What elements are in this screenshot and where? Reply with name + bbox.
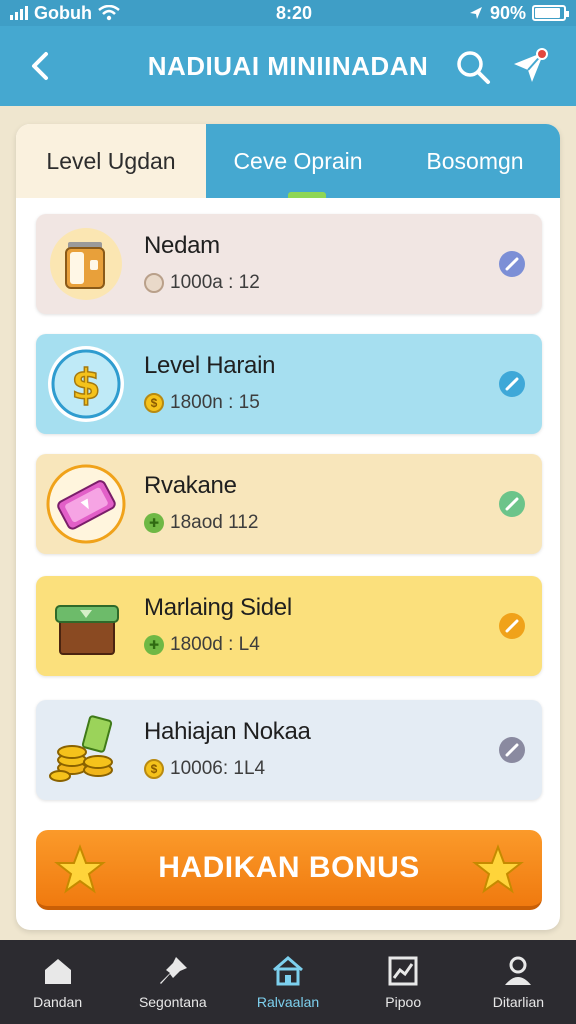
bonus-label: HADIKAN BONUS [158, 851, 420, 884]
clover-icon: ✚ [144, 635, 164, 655]
item-name: Marlaing Sidel [144, 594, 292, 621]
app-header: NADIUAI MINIINADAN [0, 26, 576, 106]
item-meta-value: 10006: 1L4 [170, 758, 266, 779]
edit-button[interactable] [498, 490, 526, 518]
pencil-icon [499, 613, 525, 639]
pencil-icon [499, 371, 525, 397]
location-icon [469, 7, 482, 19]
gold-coin-icon: $ [144, 393, 164, 413]
item-meta: $ 1800n : 15 [144, 392, 260, 414]
nav-item-dandan[interactable]: Dandan [0, 940, 115, 1024]
nav-label: Ralvaalan [256, 994, 320, 1010]
nav-label: Segontana [138, 994, 207, 1010]
item-meta-value: 18aod 112 [170, 512, 259, 533]
tab-level-ugdan[interactable]: Level Ugdan [16, 124, 206, 198]
search-icon [457, 51, 490, 84]
item-meta-value: 1800d : L4 [170, 634, 260, 655]
tab-indicator [288, 192, 326, 198]
item-meta: ✚ 18aod 112 [144, 512, 258, 534]
list-item[interactable]: $ Level Harain $ 1800n : 15 [36, 334, 542, 434]
chart-icon [388, 956, 418, 986]
list-item[interactable]: Nedam 1000a : 12 [36, 214, 542, 314]
edit-button[interactable] [498, 612, 526, 640]
tab-label: Level Ugdan [46, 147, 176, 174]
send-button[interactable] [510, 46, 550, 86]
item-name: Hahiajan Nokaa [144, 718, 311, 745]
item-name: Rvakane [144, 472, 237, 499]
main-card: Level Ugdan Ceve Oprain Bosomgn Nedam 10… [16, 124, 560, 930]
nav-item-ditarlian[interactable]: Ditarlian [461, 940, 576, 1024]
coins-icon [46, 710, 126, 790]
list-item[interactable]: Rvakane ✚ 18aod 112 [36, 454, 542, 554]
item-name: Level Harain [144, 352, 276, 379]
nav-item-ralvaalan[interactable]: Ralvaalan [230, 940, 345, 1024]
carrier-label: Gobuh [34, 2, 92, 23]
nav-label: Pipoo [385, 994, 422, 1010]
nav-label: Ditarlian [492, 994, 545, 1010]
wifi-icon [98, 5, 120, 21]
page-title: NADIUAI MINIINADAN [147, 50, 429, 81]
pin-icon [159, 957, 187, 984]
item-meta: ✚ 1800d : L4 [144, 634, 260, 656]
bonus-button[interactable]: HADIKAN BONUS [36, 830, 542, 910]
clock-icon [144, 273, 164, 293]
home-icon [44, 959, 71, 984]
item-meta: $ 10006: 1L4 [144, 758, 265, 780]
tab-label: Bosomgn [426, 147, 524, 174]
user-icon [505, 956, 532, 985]
edit-button[interactable] [498, 736, 526, 764]
item-meta-value: 1800n : 15 [170, 392, 260, 413]
bottom-nav: Dandan Segontana Ralvaalan Pipoo Ditarli… [0, 940, 576, 1024]
notification-dot [536, 48, 548, 60]
status-time: 8:20 [275, 2, 312, 23]
tab-bar: Level Ugdan Ceve Oprain Bosomgn [16, 124, 560, 198]
jar-icon [46, 224, 126, 304]
svg-text:$: $ [71, 360, 100, 409]
house-icon [273, 956, 303, 986]
tab-ceve-oprain[interactable]: Ceve Oprain [206, 124, 390, 198]
edit-button[interactable] [498, 250, 526, 278]
star-icon [472, 844, 524, 894]
edit-button[interactable] [498, 370, 526, 398]
tab-bosomgn[interactable]: Bosomgn [390, 124, 560, 198]
nav-label: Dandan [33, 994, 83, 1010]
signal-icon [10, 6, 28, 20]
star-icon [54, 844, 106, 894]
nav-item-segontana[interactable]: Segontana [115, 940, 230, 1024]
battery-icon [531, 5, 569, 21]
pencil-icon [499, 251, 525, 277]
list-item[interactable]: Hahiajan Nokaa $ 10006: 1L4 [36, 700, 542, 800]
pencil-icon [499, 491, 525, 517]
tab-label: Ceve Oprain [233, 147, 363, 174]
back-button[interactable] [22, 48, 58, 84]
battery-percent: 90% [489, 2, 526, 23]
pencil-icon [499, 737, 525, 763]
chest-icon [46, 586, 126, 666]
status-bar: Gobuh 8:20 90% [0, 0, 576, 26]
item-meta: 1000a : 12 [144, 272, 260, 294]
clover-icon: ✚ [144, 513, 164, 533]
item-meta-value: 1000a : 12 [170, 272, 260, 293]
gold-coin-icon: $ [144, 759, 164, 779]
item-name: Nedam [144, 232, 220, 259]
dollar-icon: $ [46, 344, 126, 424]
chevron-left-icon [32, 52, 48, 80]
nav-item-pipoo[interactable]: Pipoo [346, 940, 461, 1024]
list-item[interactable]: Marlaing Sidel ✚ 1800d : L4 [36, 576, 542, 676]
ticket-icon [46, 464, 126, 544]
search-button[interactable] [454, 48, 492, 86]
